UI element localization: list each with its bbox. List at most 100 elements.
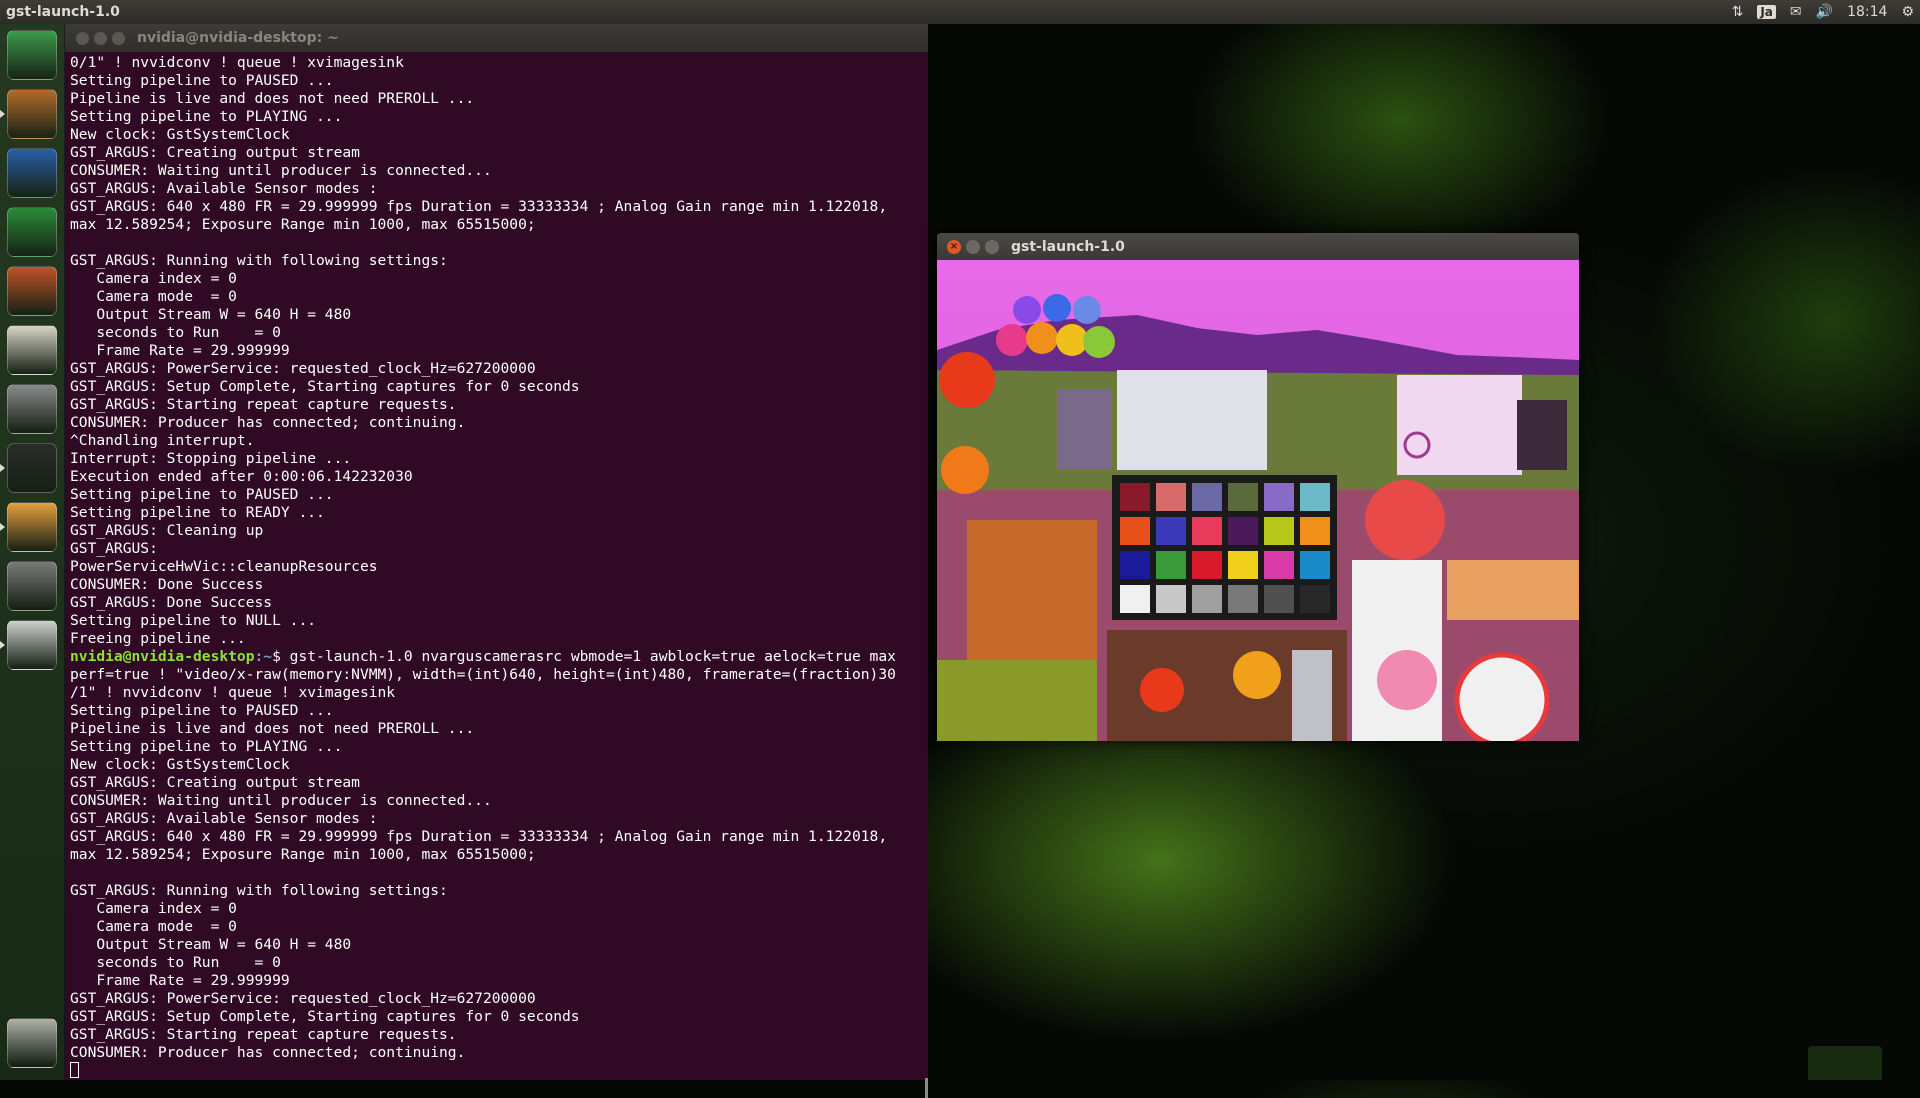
terminal-icon[interactable] [7, 443, 57, 493]
terminal-title: nvidia@nvidia-desktop: ~ [137, 30, 339, 46]
camera-scene [937, 260, 1579, 741]
color-checker-patch [1192, 483, 1222, 511]
software-center-icon[interactable] [7, 325, 57, 375]
volume-icon[interactable]: 🔊 [1816, 4, 1833, 20]
terminal-line: Camera index = 0 [70, 270, 237, 287]
terminal-line: GST_ARGUS: Setup Complete, Starting capt… [70, 378, 580, 395]
terminal-line: Setting pipeline to PLAYING ... [70, 108, 343, 125]
terminal-line: CONSUMER: Producer has connected; contin… [70, 1044, 466, 1061]
terminal-output[interactable]: 0/1" ! nvvidconv ! queue ! xvimagesink Se… [64, 52, 928, 1080]
close-button[interactable] [76, 31, 89, 45]
clock[interactable]: 18:14 [1847, 4, 1887, 20]
terminal-line: CONSUMER: Done Success [70, 576, 264, 593]
terminal-cursor-line [70, 1062, 928, 1080]
color-checker-patch [1120, 483, 1150, 511]
terminal-line: GST_ARGUS: Starting repeat capture reque… [70, 396, 457, 413]
terminal-line: Camera index = 0 [70, 900, 237, 917]
color-checker-patch [1300, 585, 1330, 613]
color-checker-patch [1264, 551, 1294, 579]
color-checker-patch [1300, 517, 1330, 545]
color-checker-patch [1264, 517, 1294, 545]
color-checker-patch [1120, 551, 1150, 579]
mail-icon[interactable]: ✉ [1790, 4, 1802, 20]
terminal-line: GST_ARGUS: Starting repeat capture reque… [70, 1026, 457, 1043]
system-tray: ⇅ Ja ✉ 🔊 18:14 ⚙ [1732, 0, 1914, 24]
camera-window-title: gst-launch-1.0 [1011, 238, 1125, 255]
maximize-button[interactable] [985, 239, 999, 254]
terminal-line: Setting pipeline to PAUSED ... [70, 72, 334, 89]
prompt-path: :~ [254, 648, 273, 665]
terminal-scrollbar[interactable] [925, 1078, 928, 1098]
color-checker-patch [1156, 517, 1186, 545]
terminal-line: Camera mode = 0 [70, 288, 237, 305]
close-button[interactable]: × [947, 239, 961, 254]
terminal-line: Setting pipeline to READY ... [70, 504, 325, 521]
terminal-line: New clock: GstSystemClock [70, 126, 290, 143]
color-checker-patch [1300, 551, 1330, 579]
color-checker-patch [1228, 483, 1258, 511]
maximize-button[interactable] [112, 31, 125, 45]
terminal-line: GST_ARGUS: Creating output stream [70, 144, 360, 161]
launcher [0, 24, 65, 1080]
color-checker-patch [1264, 585, 1294, 613]
terminal-line: Camera mode = 0 [70, 918, 237, 935]
gear-icon[interactable]: ⚙ [1901, 4, 1914, 20]
terminal-titlebar[interactable]: nvidia@nvidia-desktop: ~ [64, 24, 928, 52]
files-icon[interactable] [7, 89, 57, 139]
terminal-line: GST_ARGUS: [70, 540, 158, 557]
terminal-line: CONSUMER: Waiting until producer is conn… [70, 792, 492, 809]
terminal-line: GST_ARGUS: Running with following settin… [70, 252, 448, 269]
color-checker-patch [1228, 585, 1258, 613]
keyboard-layout-indicator[interactable]: Ja [1757, 5, 1776, 19]
terminal-line: Output Stream W = 640 H = 480 [70, 306, 352, 323]
system-updater-icon[interactable] [7, 30, 57, 80]
camera-video-frame [937, 260, 1579, 741]
writer-icon[interactable] [7, 148, 57, 198]
text-editor-icon[interactable] [7, 502, 57, 552]
top-panel: gst-launch-1.0 ⇅ Ja ✉ 🔊 18:14 ⚙ [0, 0, 1920, 24]
terminal-line: CONSUMER: Waiting until producer is conn… [70, 162, 492, 179]
camera-preview-window[interactable]: × gst-launch-1.0 [937, 233, 1579, 741]
command-text: gst-launch-1.0 nvarguscamerasrc wbmode=1… [289, 648, 896, 665]
terminal-window[interactable]: nvidia@nvidia-desktop: ~ 0/1" ! nvvidcon… [64, 24, 928, 1098]
camera-window-titlebar[interactable]: × gst-launch-1.0 [937, 233, 1579, 260]
terminal-line: GST_ARGUS: PowerService: requested_clock… [70, 360, 536, 377]
trash-icon[interactable] [7, 1018, 57, 1068]
prompt-symbol: $ [272, 648, 290, 665]
active-app-title: gst-launch-1.0 [6, 4, 120, 20]
terminal-line: GST_ARGUS: Cleaning up [70, 522, 264, 539]
nvidia-logo [1808, 1046, 1882, 1080]
terminal-line: Output Stream W = 640 H = 480 [70, 936, 352, 953]
color-checker-patch [1120, 585, 1150, 613]
color-checker-patch [1300, 483, 1330, 511]
terminal-line: Frame Rate = 29.999999 [70, 972, 290, 989]
terminal-line: New clock: GstSystemClock [70, 756, 290, 773]
color-checker-patch [1192, 517, 1222, 545]
terminal-cursor [70, 1062, 79, 1078]
system-settings-icon[interactable] [7, 384, 57, 434]
calc-icon[interactable] [7, 207, 57, 257]
color-checker-patch [1156, 483, 1186, 511]
minimize-button[interactable] [966, 239, 980, 254]
color-checker-patch [1228, 517, 1258, 545]
color-checker-patch [1264, 483, 1294, 511]
color-checker-patch [1192, 551, 1222, 579]
drive-icon[interactable] [7, 620, 57, 670]
terminal-line: Setting pipeline to NULL ... [70, 612, 317, 629]
network-icon[interactable]: ⇅ [1732, 4, 1744, 20]
terminal-line: /1" ! nvvidconv ! queue ! xvimagesink [70, 684, 396, 701]
help-icon[interactable] [7, 561, 57, 611]
terminal-line: Frame Rate = 29.999999 [70, 342, 290, 359]
terminal-line: GST_ARGUS: Setup Complete, Starting capt… [70, 1008, 580, 1025]
impress-icon[interactable] [7, 266, 57, 316]
terminal-prompt-line: nvidia@nvidia-desktop:~$ gst-launch-1.0 … [70, 648, 928, 666]
terminal-line: ^Chandling interrupt. [70, 432, 255, 449]
terminal-line: Setting pipeline to PAUSED ... [70, 486, 334, 503]
running-indicator [0, 523, 5, 531]
minimize-button[interactable] [94, 31, 107, 45]
running-indicator [0, 110, 5, 118]
color-checker-patch [1156, 551, 1186, 579]
terminal-line: max 12.589254; Exposure Range min 1000, … [70, 216, 536, 233]
prompt-user: nvidia@nvidia-desktop [70, 648, 255, 665]
